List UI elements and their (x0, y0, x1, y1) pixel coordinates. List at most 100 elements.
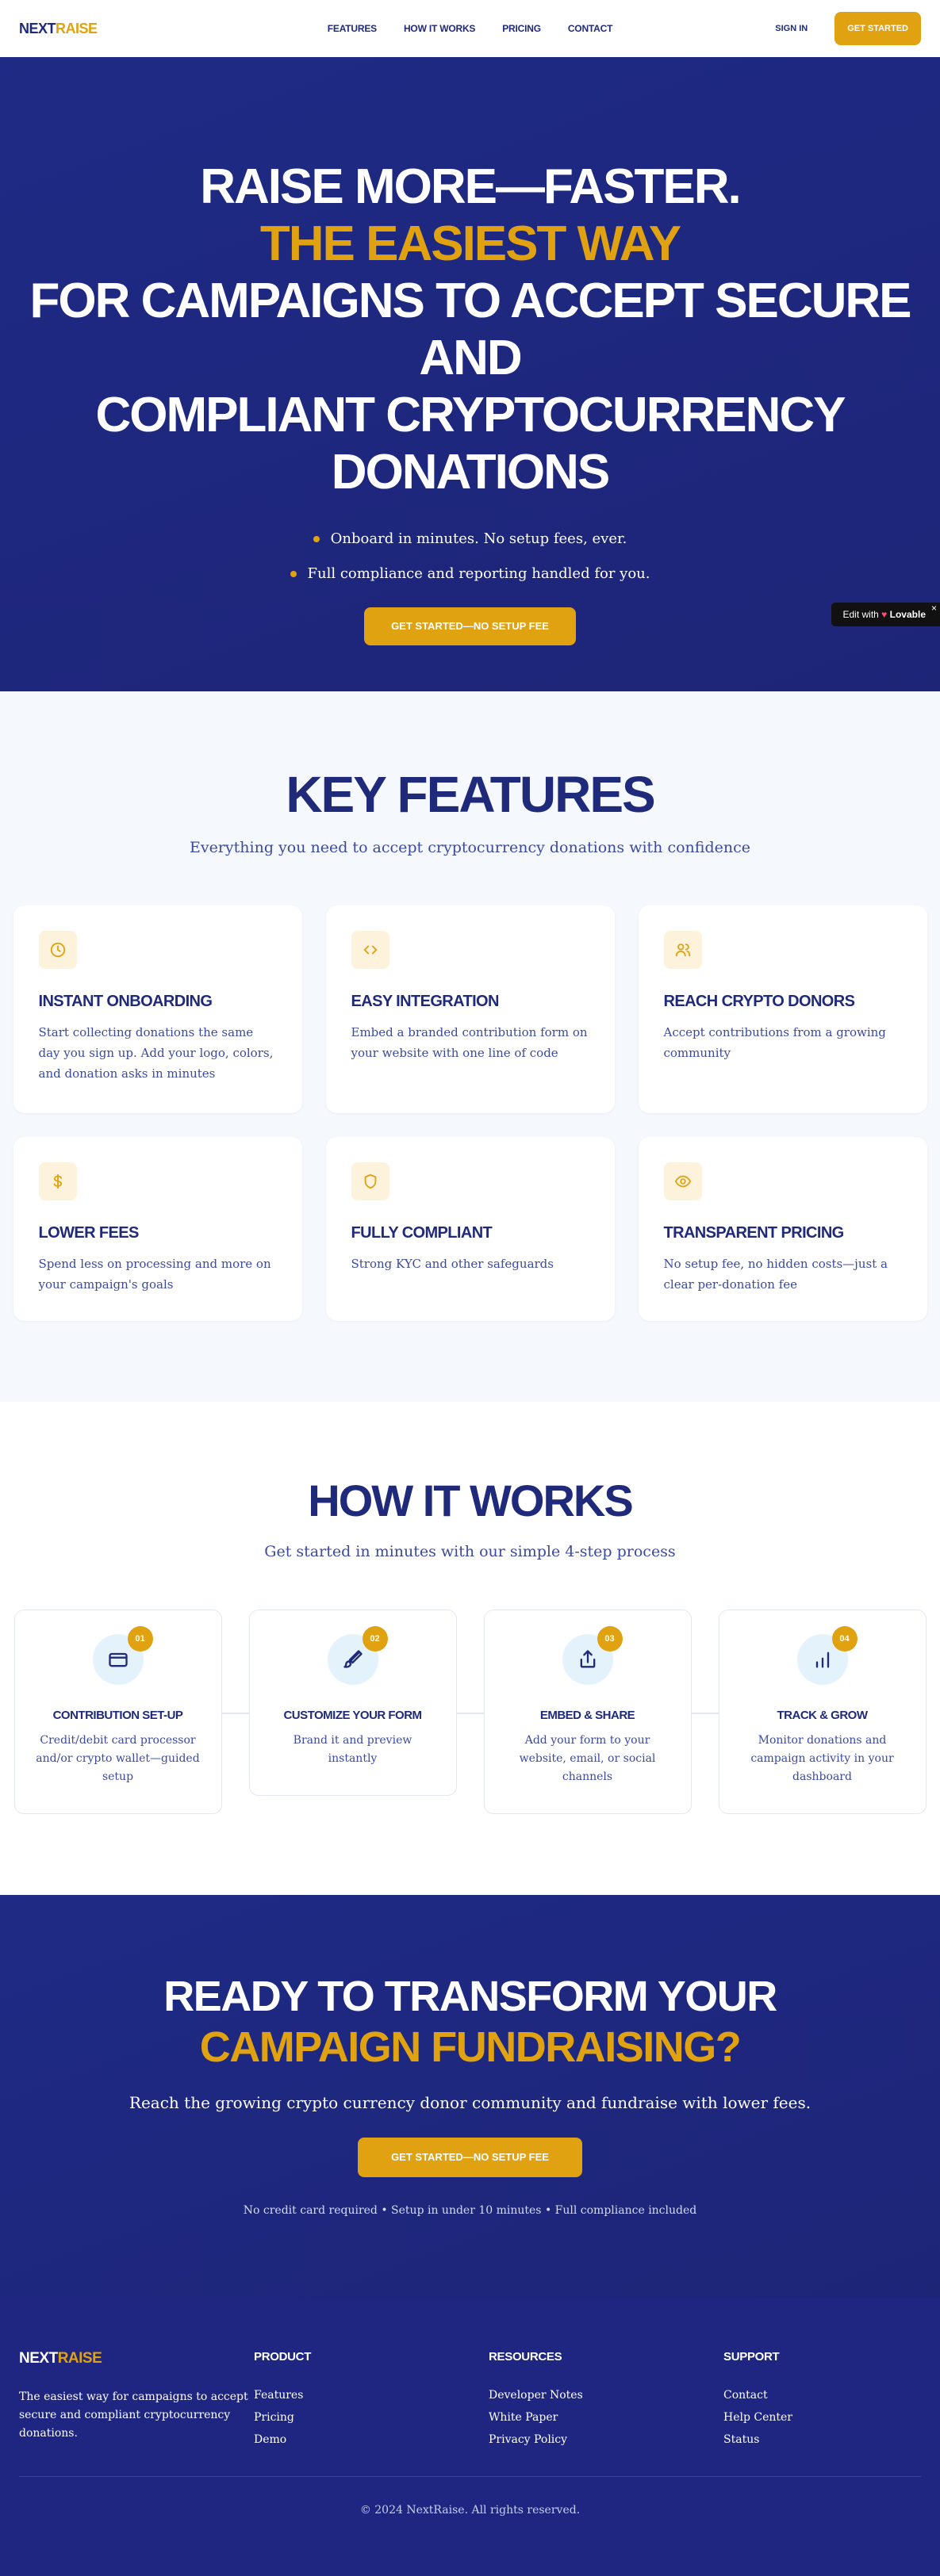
cta-headline: READY TO TRANSFORM YOUR CAMPAIGN FUNDRAI… (0, 1971, 940, 2073)
badge-edit-text: Edit with (842, 609, 879, 620)
lovable-heart-icon: ♥ (881, 609, 888, 620)
step-title: CONTRIBUTION SET-UP (52, 1709, 183, 1722)
feature-card: EASY INTEGRATION Embed a branded contrib… (325, 905, 615, 1113)
step-number-badge: 02 (362, 1626, 388, 1652)
credit-card-icon: 01 (92, 1626, 153, 1685)
hero-line-3: FOR CAMPAIGNS TO ACCEPT SECURE AND (29, 274, 911, 385)
footer-link-white-paper[interactable]: White Paper (489, 2406, 723, 2429)
hero-line-5: DONATIONS (331, 445, 610, 500)
footer-column-support: SUPPORT Contact Help Center Status (723, 2350, 921, 2451)
feature-desc: Spend less on processing and more on you… (38, 1257, 271, 1292)
footer-link-demo[interactable]: Demo (254, 2429, 489, 2451)
how-it-works-section: HOW IT WORKS Get started in minutes with… (0, 1402, 940, 1895)
feature-card: TRANSPARENT PRICING No setup fee, no hid… (638, 1137, 927, 1321)
cta-note: No credit card required • Setup in under… (243, 2204, 697, 2217)
hero-bullet-text: Full compliance and reporting handled fo… (307, 565, 650, 582)
bullet-dot-icon (313, 536, 320, 542)
nav-link-features[interactable]: FEATURES (328, 23, 377, 34)
footer-link-features[interactable]: Features (254, 2384, 489, 2406)
cta-line-2: CAMPAIGN FUNDRAISING? (199, 2023, 742, 2071)
step-desc: Add your form to your website, email, or… (519, 1734, 656, 1783)
hero-bullet: Full compliance and reporting handled fo… (0, 557, 940, 591)
cta-line-1: READY TO TRANSFORM YOUR (163, 1973, 777, 2020)
feature-desc: Start collecting donations the same day … (38, 1025, 274, 1081)
footer-divider (19, 2476, 921, 2477)
footer-logo[interactable]: NEXTRAISE (19, 2350, 254, 2367)
feature-card: LOWER FEES Spend less on processing and … (13, 1137, 302, 1321)
step-title: EMBED & SHARE (539, 1709, 635, 1722)
feature-title: LOWER FEES (38, 1224, 140, 1242)
feature-card: INSTANT ONBOARDING Start collecting dona… (13, 905, 302, 1113)
feature-title: REACH CRYPTO DONORS (663, 993, 855, 1010)
footer-brand: NEXTRAISE The easiest way for campaigns … (19, 2350, 254, 2451)
step-card: 01 CONTRIBUTION SET-UP Credit/debit card… (13, 1610, 222, 1814)
hero-line-4: COMPLIANT CRYPTOCURRENCY (95, 388, 846, 442)
features-title: KEY FEATURES (286, 766, 655, 823)
hero-line-1: RAISE MORE—FASTER. (200, 159, 742, 214)
nav-link-contact[interactable]: CONTACT (568, 23, 613, 34)
badge-brand-text: Lovable (889, 609, 926, 620)
feature-desc: No setup fee, no hidden costs—just a cle… (663, 1257, 888, 1292)
nav-links: FEATURES HOW IT WORKS PRICING CONTACT (328, 23, 613, 34)
logo[interactable]: NEXTRAISE (19, 21, 98, 37)
step-number-badge: 01 (127, 1626, 153, 1652)
sign-in-link[interactable]: SIGN IN (775, 24, 808, 33)
step-title: TRACK & GROW (777, 1709, 869, 1722)
step-title: CUSTOMIZE YOUR FORM (283, 1709, 422, 1722)
hero-line-2: THE EASIEST WAY (259, 216, 681, 271)
nav-link-how-it-works[interactable]: HOW IT WORKS (404, 23, 475, 34)
share-icon: 03 (562, 1626, 623, 1685)
step-card: 04 TRACK & GROW Monitor donations and ca… (718, 1610, 927, 1814)
bullet-dot-icon (290, 571, 297, 577)
footer-link-developer-notes[interactable]: Developer Notes (489, 2384, 723, 2406)
footer: NEXTRAISE The easiest way for campaigns … (0, 2298, 940, 2576)
logo-text-raise: RAISE (57, 2350, 102, 2367)
eye-icon (663, 1162, 702, 1200)
hero-bullet-text: Onboard in minutes. No setup fees, ever. (330, 530, 627, 547)
nav-actions: SIGN IN GET STARTED (775, 12, 921, 45)
users-icon (663, 931, 702, 969)
steps-row: 01 CONTRIBUTION SET-UP Credit/debit card… (0, 1610, 940, 1814)
feature-desc: Embed a branded contribution form on you… (351, 1025, 588, 1060)
footer-column-resources: RESOURCES Developer Notes White Paper Pr… (489, 2350, 723, 2451)
edit-with-lovable-badge[interactable]: Edit with ♥ Lovable × (831, 603, 940, 626)
footer-link-privacy-policy[interactable]: Privacy Policy (489, 2429, 723, 2451)
close-icon[interactable]: × (931, 596, 937, 620)
cta-subtitle: Reach the growing crypto currency donor … (129, 2093, 811, 2112)
features-section: KEY FEATURES Everything you need to acce… (0, 691, 940, 1402)
feature-desc: Strong KYC and other safeguards (351, 1257, 554, 1271)
footer-link-status[interactable]: Status (723, 2429, 921, 2451)
footer-link-contact[interactable]: Contact (723, 2384, 921, 2406)
hero-bullet: Onboard in minutes. No setup fees, ever. (0, 522, 940, 557)
footer-column-title: RESOURCES (489, 2350, 562, 2364)
step-number-badge: 03 (597, 1626, 623, 1652)
clock-icon (38, 931, 77, 969)
copyright: © 2024 NextRaise. All rights reserved. (359, 2504, 581, 2517)
nav-link-pricing[interactable]: PRICING (502, 23, 541, 34)
dollar-icon (38, 1162, 77, 1200)
cta-get-started-button[interactable]: GET STARTED—NO SETUP FEE (358, 2138, 582, 2177)
get-started-button[interactable]: GET STARTED (834, 12, 921, 45)
footer-link-pricing[interactable]: Pricing (254, 2406, 489, 2429)
code-icon (351, 931, 389, 969)
cta-section: READY TO TRANSFORM YOUR CAMPAIGN FUNDRAI… (0, 1895, 940, 2298)
step-desc: Monitor donations and campaign activity … (750, 1734, 894, 1783)
footer-columns: NEXTRAISE The easiest way for campaigns … (19, 2350, 921, 2451)
features-grid: INSTANT ONBOARDING Start collecting dona… (0, 905, 940, 1321)
logo-text-next: NEXT (19, 2350, 58, 2367)
footer-link-help-center[interactable]: Help Center (723, 2406, 921, 2429)
features-subtitle: Everything you need to accept cryptocurr… (190, 839, 750, 856)
bar-chart-icon: 04 (796, 1626, 858, 1685)
footer-column-title: PRODUCT (254, 2350, 312, 2364)
logo-text-next: NEXT (19, 20, 56, 36)
hero-bullets: Onboard in minutes. No setup fees, ever.… (0, 522, 940, 591)
footer-column-title: SUPPORT (723, 2350, 780, 2364)
feature-card: FULLY COMPLIANT Strong KYC and other saf… (325, 1137, 615, 1321)
how-title: HOW IT WORKS (308, 1476, 633, 1525)
feature-card: REACH CRYPTO DONORS Accept contributions… (638, 905, 927, 1113)
hero-headline: RAISE MORE—FASTER. THE EASIEST WAY FOR C… (0, 159, 940, 501)
step-card: 03 EMBED & SHARE Add your form to your w… (483, 1610, 692, 1814)
feature-title: INSTANT ONBOARDING (38, 993, 213, 1010)
hero-cta-button[interactable]: GET STARTED—NO SETUP FEE (364, 607, 576, 645)
feature-desc: Accept contributions from a growing comm… (663, 1025, 886, 1060)
